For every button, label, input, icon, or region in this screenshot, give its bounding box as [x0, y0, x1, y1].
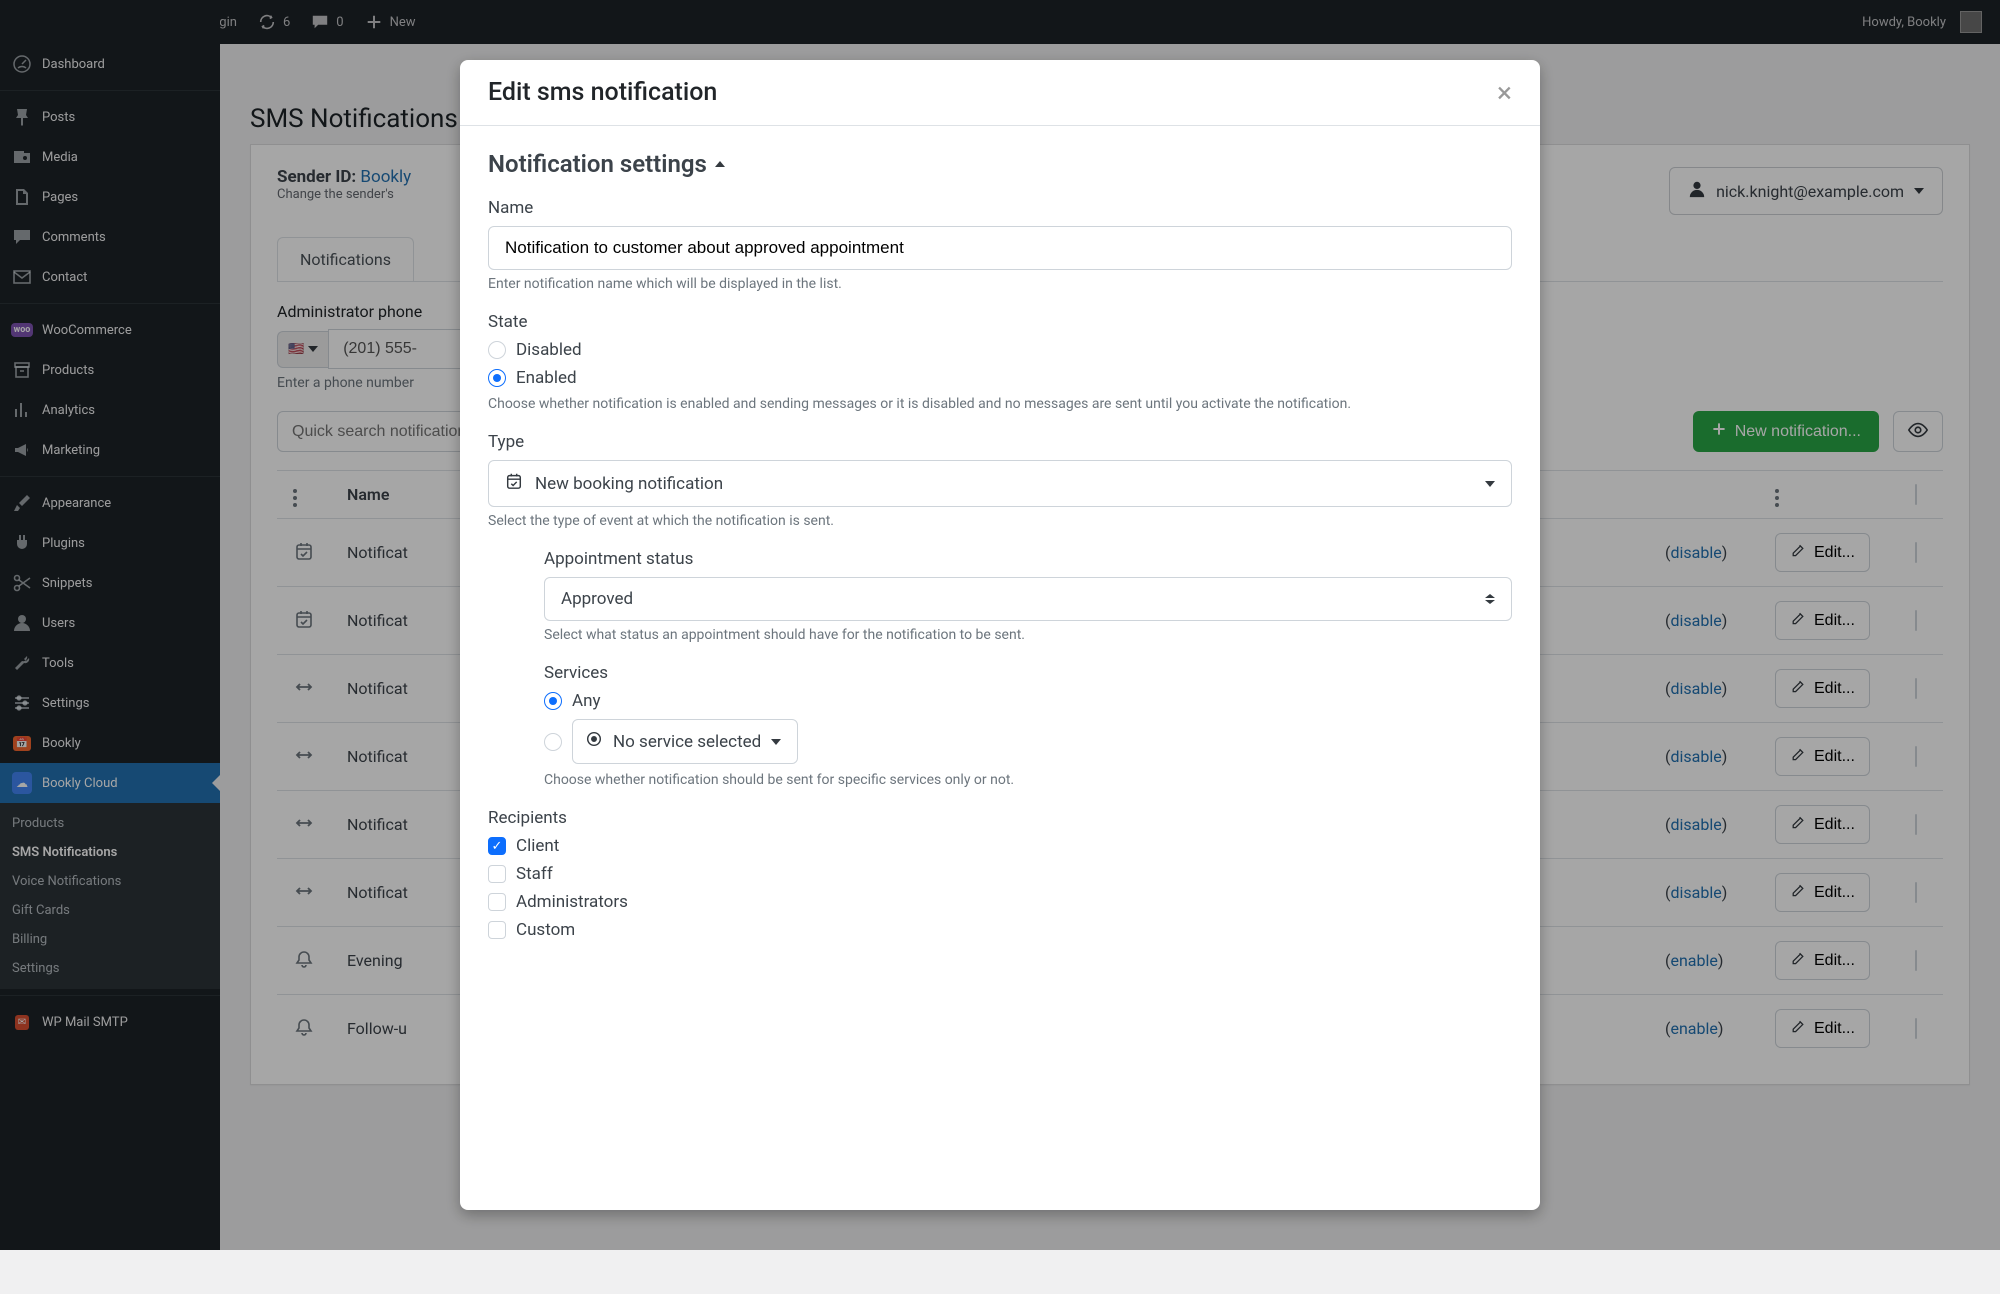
type-label: Type [488, 432, 1512, 452]
target-icon [585, 730, 603, 753]
select-arrows-icon [1485, 594, 1495, 604]
checkbox-icon [488, 865, 506, 883]
type-select[interactable]: New booking notification [488, 460, 1512, 507]
services-label: Services [544, 663, 1512, 683]
recipient-custom-checkbox[interactable]: Custom [488, 920, 1512, 940]
caret-up-icon [715, 161, 725, 167]
caret-down-icon [1485, 481, 1495, 487]
services-any-radio[interactable]: Any [544, 691, 1512, 711]
settings-section-toggle[interactable]: Notification settings [488, 150, 1512, 178]
services-dropdown[interactable]: No service selected [572, 719, 798, 764]
modal-backdrop[interactable]: Edit sms notification × Notification set… [0, 0, 2000, 1250]
appt-status-help: Select what status an appointment should… [544, 627, 1512, 643]
radio-icon [488, 369, 506, 387]
radio-icon [488, 341, 506, 359]
recipients-label: Recipients [488, 808, 1512, 828]
checkbox-icon [488, 893, 506, 911]
appt-status-label: Appointment status [544, 549, 1512, 569]
modal-close-button[interactable]: × [1497, 79, 1512, 107]
name-help: Enter notification name which will be di… [488, 276, 1512, 292]
recipient-staff-checkbox[interactable]: Staff [488, 864, 1512, 884]
calendar-check-icon [505, 472, 523, 495]
modal-title: Edit sms notification [488, 78, 717, 107]
edit-notification-modal: Edit sms notification × Notification set… [460, 60, 1540, 1210]
name-label: Name [488, 198, 1512, 218]
recipient-client-checkbox[interactable]: ✓Client [488, 836, 1512, 856]
appt-status-select[interactable]: Approved [544, 577, 1512, 621]
notification-name-input[interactable] [488, 226, 1512, 270]
recipient-admin-checkbox[interactable]: Administrators [488, 892, 1512, 912]
checkbox-icon [488, 921, 506, 939]
state-enabled-radio[interactable]: Enabled [488, 368, 1512, 388]
checkbox-icon: ✓ [488, 837, 506, 855]
services-help: Choose whether notification should be se… [544, 772, 1512, 788]
state-help: Choose whether notification is enabled a… [488, 396, 1512, 412]
type-help: Select the type of event at which the no… [488, 513, 1512, 529]
state-disabled-radio[interactable]: Disabled [488, 340, 1512, 360]
services-specific-radio[interactable] [544, 733, 562, 751]
radio-icon [544, 692, 562, 710]
state-label: State [488, 312, 1512, 332]
caret-down-icon [771, 739, 781, 745]
